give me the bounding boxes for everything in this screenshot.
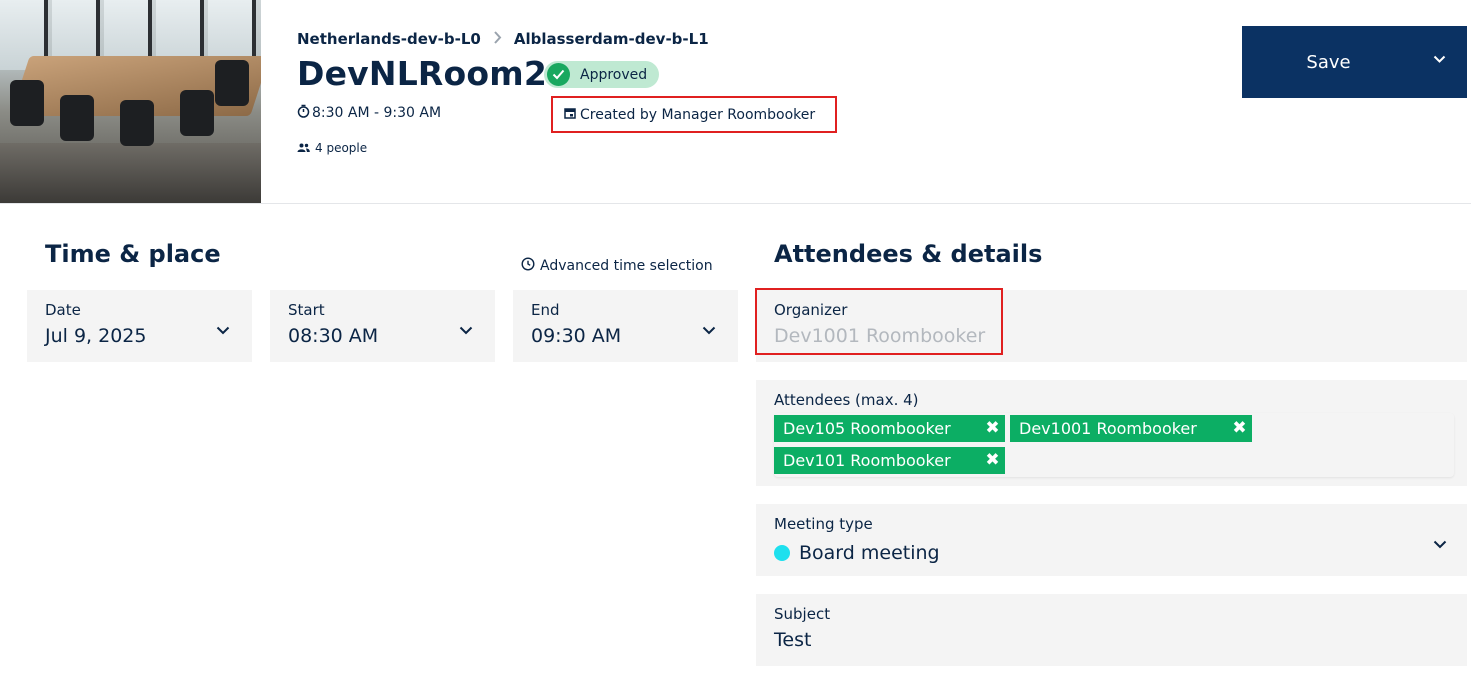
created-by: Created by Manager Roombooker (551, 96, 837, 133)
start-label: Start (288, 301, 325, 319)
organizer-highlight (755, 288, 1003, 355)
subject-field[interactable]: Subject Test (756, 594, 1467, 666)
page-title: DevNLRoom2 (297, 54, 548, 93)
advanced-time-label: Advanced time selection (540, 258, 713, 274)
attendees-field[interactable]: Attendees (max. 4) Dev105 Roombooker ✖ D… (756, 380, 1467, 486)
subject-label: Subject (774, 605, 831, 623)
meeting-type-select[interactable]: Meeting type Board meeting (756, 504, 1467, 576)
created-by-text: Created by Manager Roombooker (580, 106, 816, 123)
remove-icon[interactable]: ✖ (984, 450, 1001, 470)
remove-icon[interactable]: ✖ (1231, 418, 1248, 438)
end-label: End (531, 301, 560, 319)
attendee-chip: Dev1001 Roombooker ✖ (1010, 415, 1252, 442)
meeting-type-value: Board meeting (774, 542, 940, 564)
attendees-details-title: Attendees & details (774, 240, 1043, 268)
attendee-chip: Dev101 Roombooker ✖ (774, 447, 1005, 474)
check-icon (547, 63, 570, 86)
meeting-type-label: Meeting type (774, 515, 873, 533)
meeting-type-color-dot (774, 545, 790, 561)
date-select[interactable]: Date Jul 9, 2025 (27, 290, 252, 362)
status-label: Approved (580, 66, 648, 83)
start-time-select[interactable]: Start 08:30 AM (270, 290, 495, 362)
time-range: 8:30 AM - 9:30 AM (297, 104, 441, 122)
chevron-down-icon (459, 320, 473, 339)
chevron-down-icon[interactable] (1411, 55, 1467, 63)
time-range-text: 8:30 AM - 9:30 AM (312, 105, 442, 121)
attendees-input[interactable]: Dev105 Roombooker ✖ Dev1001 Roombooker ✖… (774, 413, 1454, 477)
chevron-down-icon (702, 320, 716, 339)
chevron-down-icon (1433, 534, 1447, 553)
header-divider (0, 203, 1471, 204)
start-value: 08:30 AM (288, 325, 379, 347)
clock-icon (521, 257, 535, 275)
breadcrumb-item-level1[interactable]: Alblasserdam-dev-b-L1 (514, 30, 709, 48)
attendee-name: Dev105 Roombooker (783, 419, 951, 438)
end-value: 09:30 AM (531, 325, 622, 347)
subject-value: Test (774, 629, 812, 651)
attendees-label: Attendees (max. 4) (774, 391, 919, 409)
time-place-title: Time & place (45, 240, 221, 268)
breadcrumb: Netherlands-dev-b-L0 Alblasserdam-dev-b-… (297, 29, 709, 48)
people-icon (297, 141, 310, 155)
attendee-chip: Dev105 Roombooker ✖ (774, 415, 1005, 442)
end-time-select[interactable]: End 09:30 AM (513, 290, 738, 362)
remove-icon[interactable]: ✖ (984, 418, 1001, 438)
date-value: Jul 9, 2025 (45, 325, 147, 347)
advanced-time-selection-link[interactable]: Advanced time selection (521, 257, 713, 275)
capacity-text: 4 people (315, 141, 368, 155)
room-photo (0, 0, 261, 203)
save-button[interactable]: Save (1242, 26, 1467, 98)
calendar-icon (564, 107, 576, 123)
date-label: Date (45, 301, 81, 319)
stopwatch-icon (297, 104, 310, 122)
chevron-down-icon (216, 320, 230, 339)
breadcrumb-item-level0[interactable]: Netherlands-dev-b-L0 (297, 30, 481, 48)
attendee-name: Dev1001 Roombooker (1019, 419, 1197, 438)
status-badge: Approved (544, 61, 660, 88)
chevron-right-icon (493, 29, 502, 48)
attendee-name: Dev101 Roombooker (783, 451, 951, 470)
capacity: 4 people (297, 141, 367, 155)
save-button-label: Save (1306, 51, 1351, 73)
